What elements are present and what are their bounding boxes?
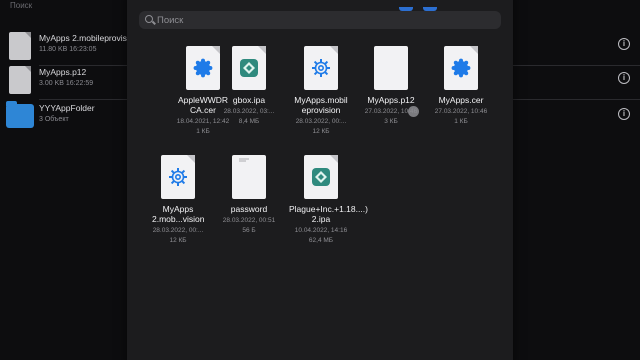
file-size: 3 КБ	[384, 118, 398, 125]
file-date: 28.03.2022, 00:...	[152, 227, 204, 234]
file-picker-sheet: AppleWWDRCA.cer 18.04.2021, 12:42 1 КБ g…	[127, 0, 513, 360]
file-name: MyApps.mobileprovision	[294, 95, 348, 115]
file-size: 1 КБ	[196, 128, 210, 135]
file-name: Plague+Inc.+1.18....) 2.ipa	[289, 204, 368, 224]
search-icon	[145, 15, 153, 23]
file-size: 8,4 МБ	[238, 118, 260, 125]
file-date: 28.03.2022, 00:51	[222, 217, 276, 224]
file-tile[interactable]: MyApps.cer 27.03.2022, 10:46 1 КБ	[423, 46, 499, 125]
document-icon	[9, 66, 31, 94]
list-item-meta: 11.80 KB 16:23:05	[39, 46, 97, 53]
list-item-name: MyApps.p12	[39, 67, 87, 77]
file-date: 28.03.2022, 03:...	[223, 108, 275, 115]
file-thumbnail	[444, 46, 478, 90]
toolbar-buttons	[399, 0, 447, 11]
list-item-meta: 3 Объект	[39, 116, 69, 123]
file-thumbnail	[304, 46, 338, 90]
file-tile[interactable]: MyApps 2.mob...vision 28.03.2022, 00:...…	[140, 155, 216, 244]
cert-seal-icon	[193, 58, 213, 78]
pointer-cursor	[408, 106, 419, 117]
cert-seal-icon	[451, 58, 471, 78]
file-name: MyApps.cer	[438, 95, 484, 105]
file-tile[interactable]: gbox.ipa 28.03.2022, 03:... 8,4 МБ	[211, 46, 287, 125]
search-bar[interactable]	[139, 11, 501, 29]
list-item-name: YYYAppFolder	[39, 103, 95, 113]
search-input[interactable]	[157, 11, 487, 29]
file-date: 27.03.2022, 10:46	[434, 108, 488, 115]
gear-icon	[169, 168, 187, 186]
info-icon[interactable]: i	[618, 72, 630, 84]
file-date: 28.03.2022, 00:...	[295, 118, 347, 125]
info-icon[interactable]: i	[618, 108, 630, 120]
file-name: password	[230, 204, 268, 214]
ipa-app-icon	[312, 168, 330, 186]
file-date: 10.04.2022, 14:16	[294, 227, 348, 234]
file-name: gbox.ipa	[232, 95, 266, 105]
list-item-name: MyApps 2.mobileprovision	[39, 33, 139, 43]
gear-icon	[312, 59, 330, 77]
file-size: 56 Б	[242, 227, 256, 234]
file-size: 1 КБ	[454, 118, 468, 125]
screen: Поиск MyApps 2.mobileprovision 11.80 KB …	[0, 0, 640, 360]
file-size: 62,4 МБ	[308, 237, 334, 244]
file-thumbnail	[161, 155, 195, 199]
file-name: MyApps 2.mob...vision	[152, 204, 205, 224]
file-thumbnail	[304, 155, 338, 199]
document-icon	[9, 32, 31, 60]
file-tile[interactable]: password 28.03.2022, 00:51 56 Б	[211, 155, 287, 234]
file-thumbnail	[232, 155, 266, 199]
list-item-meta: 3.00 KB 16:22:59	[39, 80, 94, 87]
file-thumbnail	[232, 46, 266, 90]
text-doc-icon	[239, 158, 249, 162]
file-size: 12 КБ	[169, 237, 187, 244]
gbox-app-icon	[240, 59, 258, 77]
folder-icon	[6, 101, 34, 128]
file-size: 12 КБ	[312, 128, 330, 135]
file-thumbnail	[374, 46, 408, 90]
file-tile[interactable]: Plague+Inc.+1.18....) 2.ipa 10.04.2022, …	[283, 155, 368, 244]
info-icon[interactable]: i	[618, 38, 630, 50]
file-tile[interactable]: MyApps.mobileprovision 28.03.2022, 00:..…	[283, 46, 359, 135]
file-name: MyApps.p12	[367, 95, 415, 105]
